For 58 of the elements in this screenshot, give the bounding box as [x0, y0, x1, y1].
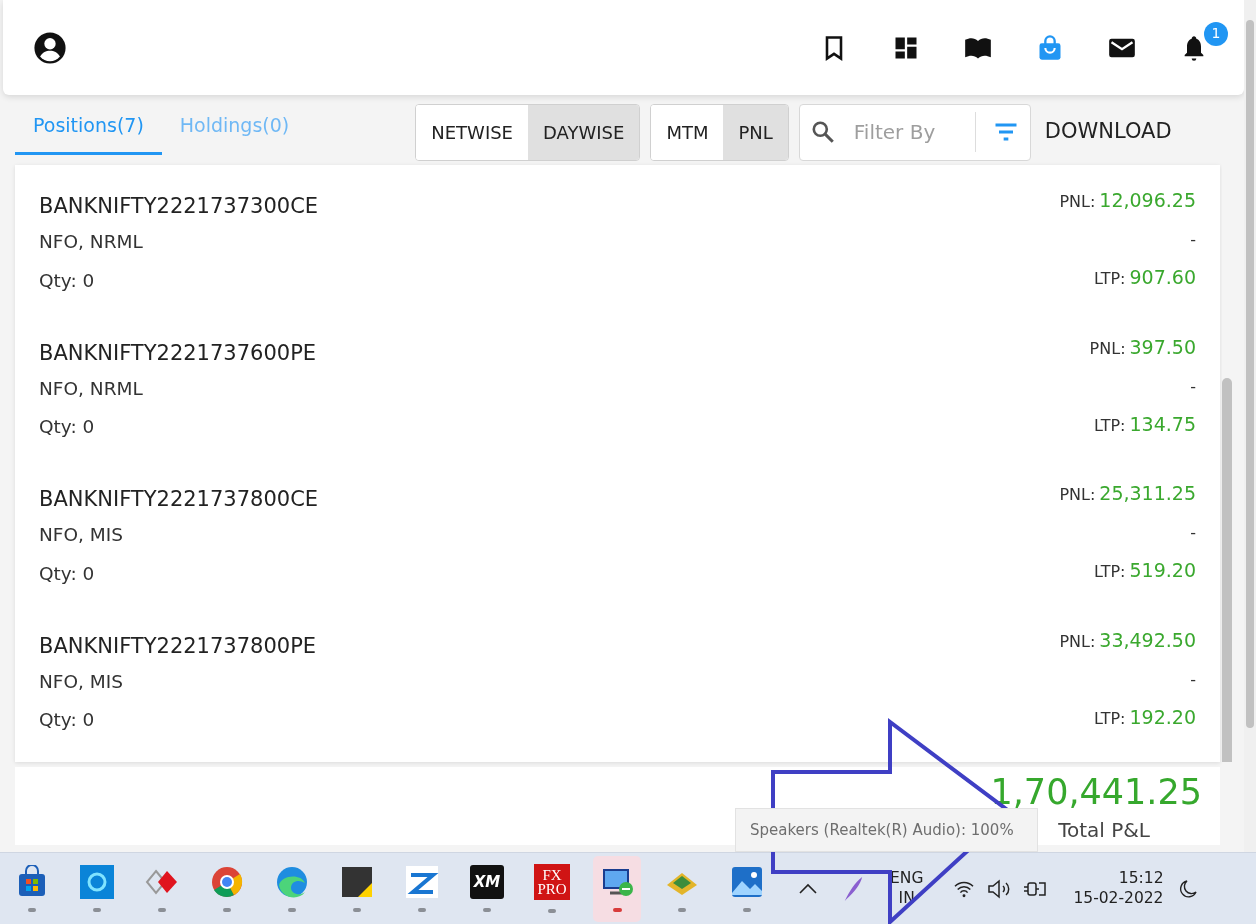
download-button[interactable]: DOWNLOAD — [1040, 116, 1176, 148]
language-indicator[interactable]: ENG — [890, 869, 924, 889]
pnl-label: PNL: — [1059, 633, 1096, 650]
pnl-label: PNL: — [1059, 194, 1096, 210]
segment-text: NFO, NRML — [39, 379, 144, 398]
taskbar-app[interactable]: XM — [463, 855, 511, 922]
ltp-value: 192.20 — [1129, 707, 1196, 727]
toggle-option[interactable]: PNL — [723, 104, 788, 160]
taskbar-app[interactable]: FX PRO — [528, 855, 576, 922]
ltp-value: 519.20 — [1129, 561, 1196, 580]
taskbar-app[interactable] — [593, 855, 641, 922]
ltp-label: LTP: — [1094, 417, 1126, 434]
quantity-text: Qty: 0 — [39, 564, 96, 583]
pnl-value: 397.50 — [1129, 337, 1196, 357]
account-icon[interactable] — [33, 30, 67, 65]
ltp-label: LTP: — [1094, 271, 1126, 287]
total-pnl-label: Total P&L — [1058, 820, 1150, 840]
photo-icon — [730, 865, 764, 899]
z-logo-icon — [405, 865, 439, 899]
browser-icon — [210, 865, 244, 899]
moon-icon[interactable] — [1177, 878, 1198, 899]
segment-text: NFO, MIS — [39, 672, 124, 691]
volume-tooltip: Speakers (Realtek(R) Audio): 100% — [735, 808, 1038, 852]
pnl-value: 33,492.50 — [1099, 630, 1196, 650]
ltp-label: LTP: — [1094, 564, 1126, 580]
page-scrollbar[interactable] — [1244, 0, 1256, 852]
browser-wave-icon — [275, 865, 309, 899]
pnl-label: PNL: — [1089, 340, 1126, 357]
change-text: - — [1189, 378, 1196, 395]
change-text: - — [1189, 232, 1196, 248]
symbol-name: BANKNIFTY2221737600PE — [39, 342, 317, 364]
chevron-up-icon[interactable] — [798, 882, 818, 895]
pnl-label: PNL: — [1059, 487, 1096, 503]
toggle-option[interactable]: DAYWISE — [528, 104, 640, 160]
ltp-label: LTP: — [1094, 710, 1126, 727]
total-pnl-value: 1,70,441.25 — [990, 775, 1202, 810]
filter-field[interactable]: Filter By — [851, 116, 962, 148]
quantity-text: Qty: 0 — [39, 271, 96, 290]
clock-date[interactable]: 15-02-2022 — [1073, 888, 1164, 908]
quantity-text: Qty: 0 — [39, 418, 96, 437]
ltp-value: 134.75 — [1129, 414, 1196, 434]
change-text: - — [1189, 525, 1196, 541]
notification-count: 1 — [1204, 21, 1228, 46]
quantity-text: Qty: 0 — [39, 711, 96, 730]
change-text: - — [1189, 671, 1196, 688]
wifi-icon[interactable] — [953, 879, 976, 898]
symbol-name: BANKNIFTY2221737800PE — [39, 635, 317, 657]
symbol-name: BANKNIFTY2221737300CE — [39, 196, 319, 217]
segment-text: NFO, MIS — [39, 526, 124, 545]
clock-time[interactable]: 15:12 — [1073, 869, 1164, 889]
pnl-value: 25,311.25 — [1099, 484, 1196, 503]
sticky-note-icon — [340, 865, 374, 899]
symbol-name: BANKNIFTY2221737800CE — [39, 489, 319, 510]
pnl-value: 12,096.25 — [1099, 191, 1196, 210]
segment-text: NFO, NRML — [39, 233, 144, 252]
assistant-icon — [80, 865, 114, 899]
ltp-value: 907.60 — [1129, 268, 1196, 287]
filter-search-bar[interactable]: Filter By — [798, 103, 1031, 161]
